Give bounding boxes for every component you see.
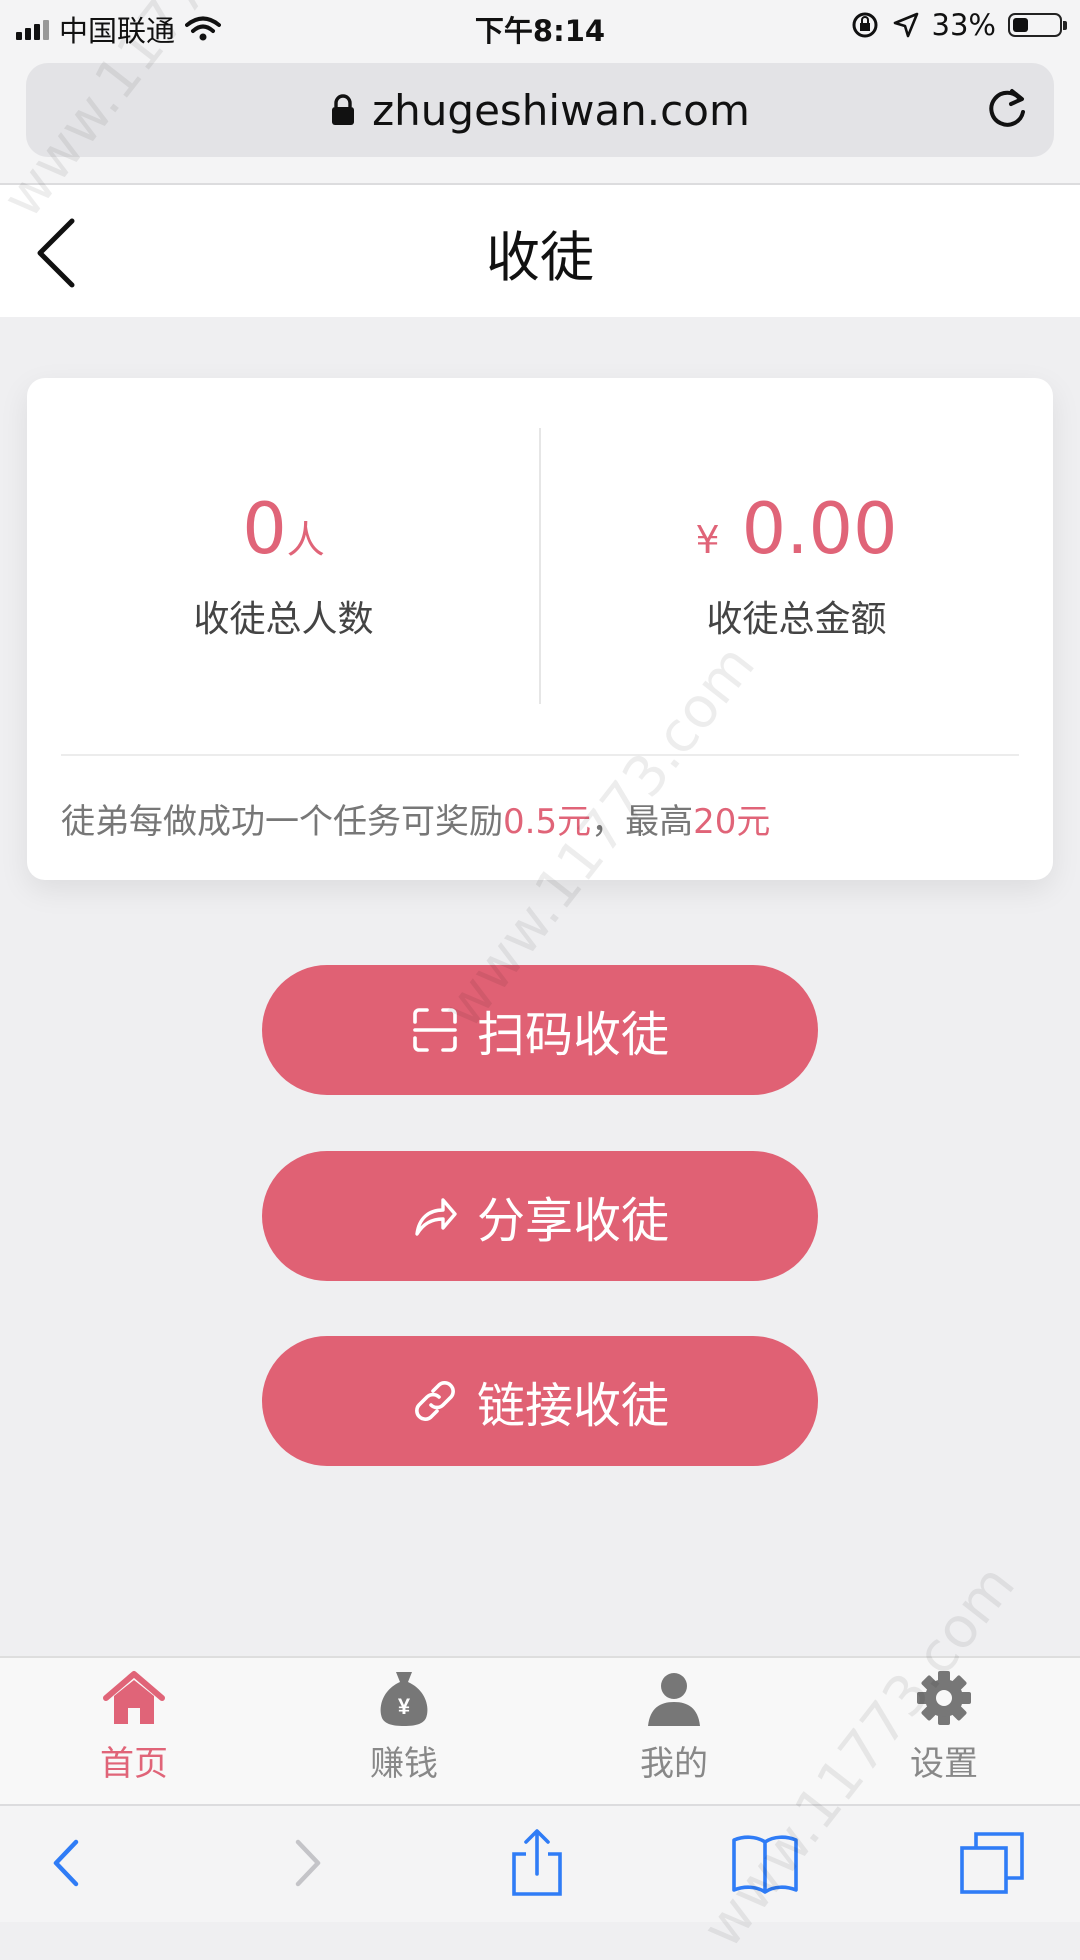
total-disciples-stat: 0人 收徒总人数 (27, 378, 540, 698)
home-icon (103, 1671, 165, 1724)
url-text: zhugeshiwan.com (372, 85, 750, 135)
reward-note-separator: ，最高 (591, 802, 694, 842)
share-recruit-label: 分享收徒 (476, 1193, 669, 1249)
page-title: 收徒 (486, 226, 594, 289)
tab-mine-label: 我的 (640, 1744, 708, 1784)
money-bag-icon: ¥ (380, 1672, 428, 1726)
location-arrow-icon (893, 12, 918, 38)
bookmarks-icon[interactable] (730, 1828, 800, 1898)
browser-address-area: zhugeshiwan.com (0, 55, 1080, 185)
tab-mine[interactable]: 我的 (594, 1668, 754, 1785)
reload-icon[interactable] (982, 85, 1032, 135)
link-recruit-label: 链接收徒 (476, 1378, 669, 1434)
tab-home-label: 首页 (100, 1744, 168, 1784)
reward-max: 20元 (693, 802, 771, 842)
gear-icon (917, 1671, 971, 1725)
disciple-count: 0 (242, 488, 287, 570)
browser-forward-icon[interactable] (272, 1828, 342, 1898)
lock-icon (332, 94, 355, 125)
total-amount-stat: ¥0.00 收徒总金额 (540, 378, 1053, 698)
svg-text:¥: ¥ (398, 1694, 411, 1719)
share-recruit-button[interactable]: 分享收徒 (262, 1151, 818, 1281)
browser-back-icon[interactable] (34, 1828, 104, 1898)
disciple-count-label: 收徒总人数 (193, 599, 374, 640)
currency-symbol: ¥ (695, 518, 720, 562)
scan-icon (413, 1008, 457, 1052)
tab-earn[interactable]: ¥ 赚钱 (324, 1668, 484, 1785)
reward-per-task: 0.5元 (503, 802, 592, 842)
battery-percent: 33% (931, 8, 996, 42)
total-amount-label: 收徒总金额 (706, 599, 887, 640)
status-bar: 中国联通 下午8:14 33% (0, 0, 1080, 55)
stats-card: 0人 收徒总人数 ¥0.00 收徒总金额 徒弟每做成功一个任务可奖励0.5元，最… (27, 378, 1053, 880)
scan-recruit-button[interactable]: 扫码收徒 (262, 965, 818, 1095)
orientation-lock-icon (852, 12, 878, 38)
link-recruit-button[interactable]: 链接收徒 (262, 1336, 818, 1466)
reward-note: 徒弟每做成功一个任务可奖励0.5元，最高20元 (61, 794, 770, 843)
battery-icon (1008, 13, 1067, 37)
total-amount: 0.00 (741, 488, 898, 570)
bottom-tab-bar: 首页 ¥ 赚钱 我的 设置 (0, 1656, 1080, 1806)
browser-toolbar (0, 1804, 1080, 1922)
share-icon[interactable] (502, 1828, 572, 1898)
share-arrow-icon (415, 1198, 457, 1236)
link-icon (415, 1381, 455, 1421)
scan-recruit-label: 扫码收徒 (476, 1007, 669, 1063)
horizontal-divider (61, 754, 1019, 756)
address-bar[interactable]: zhugeshiwan.com (26, 63, 1054, 157)
tab-settings-label: 设置 (910, 1744, 978, 1784)
app-header: 收徒 (0, 185, 1080, 317)
reward-note-prefix: 徒弟每做成功一个任务可奖励 (61, 802, 503, 842)
tab-home[interactable]: 首页 (54, 1668, 214, 1785)
disciple-count-unit: 人 (286, 518, 325, 562)
user-icon (648, 1673, 700, 1726)
tab-settings[interactable]: 设置 (864, 1668, 1024, 1785)
tabs-overview-icon[interactable] (958, 1828, 1028, 1898)
tab-earn-label: 赚钱 (370, 1744, 438, 1784)
battery-fill (1013, 18, 1028, 32)
